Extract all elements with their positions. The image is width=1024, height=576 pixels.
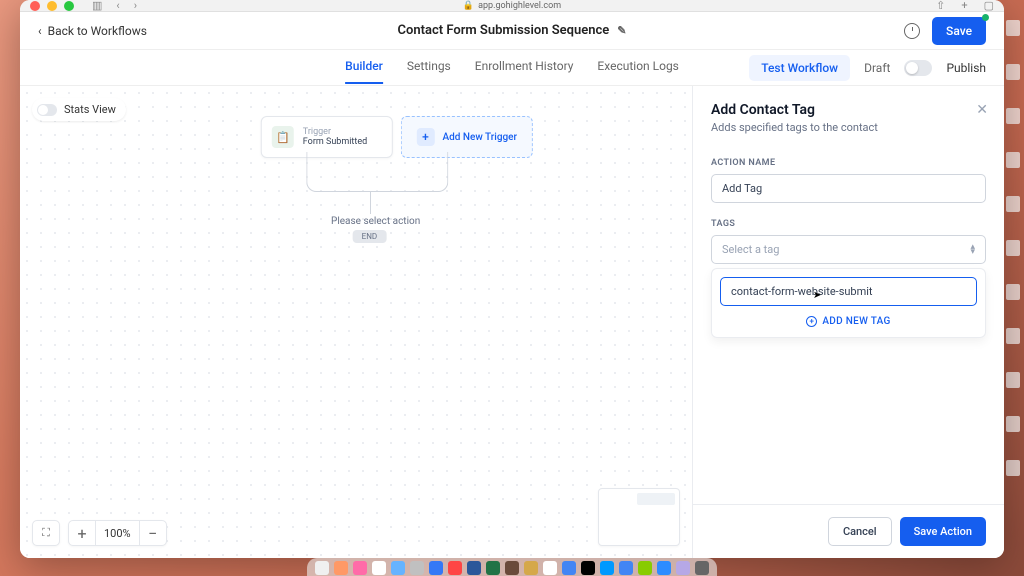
- test-workflow-button[interactable]: Test Workflow: [749, 55, 850, 81]
- window-maximize-icon[interactable]: [64, 1, 74, 11]
- back-nav-icon[interactable]: ‹: [116, 0, 119, 12]
- tag-search-input[interactable]: [720, 277, 977, 306]
- tags-select[interactable]: Select a tag ▴▾: [711, 235, 986, 264]
- action-name-label: ACTION NAME: [711, 158, 986, 168]
- save-button[interactable]: Save: [932, 17, 986, 45]
- macos-desktop: ▥ ‹ › 🔒 app.gohighlevel.com ⇧ + ▢ ‹ Back…: [0, 0, 1024, 576]
- tab-enrollment-history[interactable]: Enrollment History: [475, 59, 574, 84]
- minimap[interactable]: [598, 488, 680, 546]
- desktop-file-icons: [1006, 20, 1022, 476]
- expand-icon[interactable]: ⛶: [33, 520, 59, 546]
- plus-circle-icon: +: [806, 316, 817, 327]
- connector-line: [306, 152, 448, 192]
- tag-dropdown: + ADD NEW TAG: [711, 268, 986, 338]
- back-to-workflows[interactable]: ‹ Back to Workflows: [38, 24, 147, 38]
- workflow-title: Contact Form Submission Sequence ✎: [398, 23, 627, 38]
- trigger-subtitle: Form Submitted: [303, 137, 367, 147]
- add-trigger-label: Add New Trigger: [443, 132, 518, 143]
- edit-icon[interactable]: ✎: [617, 24, 626, 37]
- publish-toggle[interactable]: [904, 60, 932, 76]
- toggle-icon: [37, 104, 57, 116]
- safari-window: ▥ ‹ › 🔒 app.gohighlevel.com ⇧ + ▢ ‹ Back…: [20, 0, 1004, 558]
- window-close-icon[interactable]: [30, 1, 40, 11]
- panel-title: Add Contact Tag: [711, 102, 986, 118]
- save-action-button[interactable]: Save Action: [900, 517, 986, 546]
- tabs-row: Builder Settings Enrollment History Exec…: [20, 50, 1004, 86]
- close-icon[interactable]: ✕: [976, 102, 988, 118]
- panel-subtitle: Adds specified tags to the contact: [711, 121, 986, 134]
- app-header: ‹ Back to Workflows Contact Form Submiss…: [20, 12, 1004, 50]
- tab-settings[interactable]: Settings: [407, 59, 451, 84]
- forward-nav-icon[interactable]: ›: [134, 0, 137, 12]
- add-new-tag-button[interactable]: + ADD NEW TAG: [720, 306, 977, 329]
- lock-icon: 🔒: [463, 1, 474, 11]
- unsaved-indicator-icon: [982, 14, 989, 21]
- new-tab-icon[interactable]: +: [961, 0, 967, 12]
- tabs-overview-icon[interactable]: ▢: [984, 0, 994, 12]
- minimap-viewport: [637, 493, 675, 505]
- select-action-prompt[interactable]: Please select action: [331, 216, 420, 227]
- form-icon: 📋: [272, 126, 294, 148]
- title-text: Contact Form Submission Sequence: [398, 23, 610, 38]
- back-label: Back to Workflows: [48, 24, 147, 38]
- plus-icon: +: [417, 128, 435, 146]
- sidebar-icon[interactable]: ▥: [92, 0, 102, 12]
- zoom-out-button[interactable]: −: [140, 520, 166, 546]
- main-area: Stats View 📋 Trigger Form Submitted +: [20, 86, 1004, 558]
- end-badge: END: [353, 230, 387, 243]
- publish-label: Publish: [946, 61, 986, 75]
- save-label: Save: [946, 24, 972, 38]
- history-icon[interactable]: [904, 23, 920, 39]
- cancel-button[interactable]: Cancel: [828, 517, 892, 546]
- tab-builder[interactable]: Builder: [345, 59, 383, 84]
- stats-view-label: Stats View: [64, 103, 116, 116]
- chevron-updown-icon: ▴▾: [970, 245, 975, 255]
- tab-execution-logs[interactable]: Execution Logs: [597, 59, 678, 84]
- zoom-in-button[interactable]: +: [69, 520, 95, 546]
- tags-placeholder: Select a tag: [722, 243, 779, 256]
- window-minimize-icon[interactable]: [47, 1, 57, 11]
- add-new-tag-label: ADD NEW TAG: [822, 316, 890, 327]
- chevron-left-icon: ‹: [38, 24, 42, 38]
- address-bar[interactable]: 🔒 app.gohighlevel.com: [463, 1, 561, 11]
- stats-view-toggle[interactable]: Stats View: [32, 98, 126, 121]
- connector-line-v: [370, 192, 371, 214]
- trigger-title: Trigger: [303, 127, 367, 137]
- safari-toolbar: ▥ ‹ › 🔒 app.gohighlevel.com ⇧ + ▢: [20, 0, 1004, 12]
- url-text: app.gohighlevel.com: [478, 1, 561, 11]
- action-config-panel: Add Contact Tag Adds specified tags to t…: [692, 86, 1004, 558]
- app-content: ‹ Back to Workflows Contact Form Submiss…: [20, 12, 1004, 558]
- tags-label: TAGS: [711, 219, 986, 229]
- workflow-canvas[interactable]: Stats View 📋 Trigger Form Submitted +: [20, 86, 692, 558]
- draft-label: Draft: [864, 61, 890, 75]
- macos-dock[interactable]: [307, 558, 717, 576]
- share-icon[interactable]: ⇧: [936, 0, 945, 12]
- action-name-input[interactable]: [711, 174, 986, 203]
- zoom-level: 100%: [95, 521, 140, 545]
